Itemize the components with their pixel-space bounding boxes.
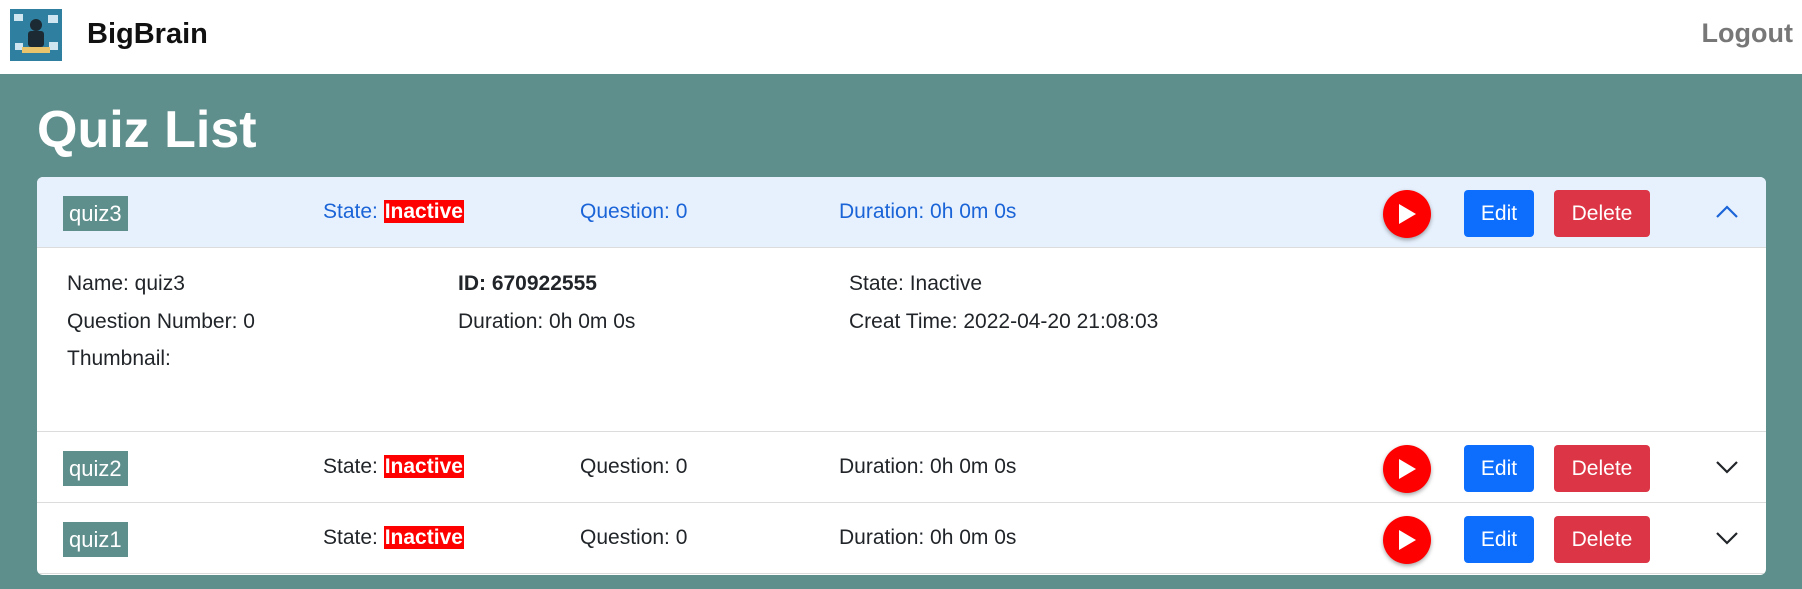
quiz-duration: Duration: 0h 0m 0s	[839, 526, 1017, 549]
quiz-accordion: quiz3 State: Inactive Question: 0 Durati…	[37, 177, 1766, 575]
state-badge: Inactive	[383, 455, 464, 478]
quiz-question-count: Question: 0	[580, 455, 688, 478]
quiz-duration: Duration: 0h 0m 0s	[839, 455, 1017, 478]
logout-button[interactable]: Logout	[1702, 18, 1793, 49]
state-badge: Inactive	[383, 526, 464, 549]
quiz-state: State: Inactive	[323, 200, 464, 224]
edit-button[interactable]: Edit	[1464, 445, 1534, 492]
detail-id: ID: 670922555	[458, 272, 597, 295]
quiz-name-badge: quiz2	[63, 451, 128, 486]
detail-name: Name: quiz3	[67, 272, 185, 295]
chevron-up-icon[interactable]	[1714, 201, 1740, 223]
state-label: State:	[323, 455, 378, 478]
detail-duration: Duration: 0h 0m 0s	[458, 310, 636, 333]
state-label: State:	[323, 526, 378, 549]
quiz-name-badge: quiz1	[63, 522, 128, 557]
detail-state: State: Inactive	[849, 272, 983, 295]
edit-button[interactable]: Edit	[1464, 190, 1534, 237]
quiz-row-quiz3[interactable]: quiz3 State: Inactive Question: 0 Durati…	[37, 177, 1766, 248]
play-icon	[1399, 459, 1416, 479]
detail-question-number: Question Number: 0	[67, 310, 255, 333]
quiz-state: State: Inactive	[323, 526, 464, 550]
detail-creat-time: Creat Time: 2022-04-20 21:08:03	[849, 310, 1159, 333]
quiz-question-count: Question: 0	[580, 200, 688, 223]
state-label: State:	[323, 200, 378, 223]
quiz-row-quiz1[interactable]: quiz1 State: Inactive Question: 0 Durati…	[37, 503, 1766, 574]
page-title: Quiz List	[37, 101, 257, 159]
quiz-name-badge: quiz3	[63, 196, 128, 231]
chevron-down-icon[interactable]	[1714, 456, 1740, 478]
top-navbar: BigBrain Logout	[0, 0, 1802, 74]
quiz-state: State: Inactive	[323, 455, 464, 479]
quiz-question-count: Question: 0	[580, 526, 688, 549]
delete-button[interactable]: Delete	[1554, 516, 1650, 563]
brand-title[interactable]: BigBrain	[87, 18, 208, 51]
play-icon	[1399, 204, 1416, 224]
delete-button[interactable]: Delete	[1554, 445, 1650, 492]
edit-button[interactable]: Edit	[1464, 516, 1534, 563]
bigbrain-logo	[10, 9, 62, 61]
play-icon	[1399, 530, 1416, 550]
detail-thumbnail: Thumbnail:	[67, 347, 171, 370]
quiz-row-quiz2[interactable]: quiz2 State: Inactive Question: 0 Durati…	[37, 432, 1766, 503]
chevron-down-icon[interactable]	[1714, 527, 1740, 549]
delete-button[interactable]: Delete	[1554, 190, 1650, 237]
start-quiz-button[interactable]	[1383, 516, 1431, 564]
start-quiz-button[interactable]	[1383, 445, 1431, 493]
quiz-details-panel: Name: quiz3 ID: 670922555 State: Inactiv…	[37, 248, 1766, 432]
quiz-duration: Duration: 0h 0m 0s	[839, 200, 1017, 223]
state-badge: Inactive	[383, 200, 464, 223]
start-quiz-button[interactable]	[1383, 190, 1431, 238]
